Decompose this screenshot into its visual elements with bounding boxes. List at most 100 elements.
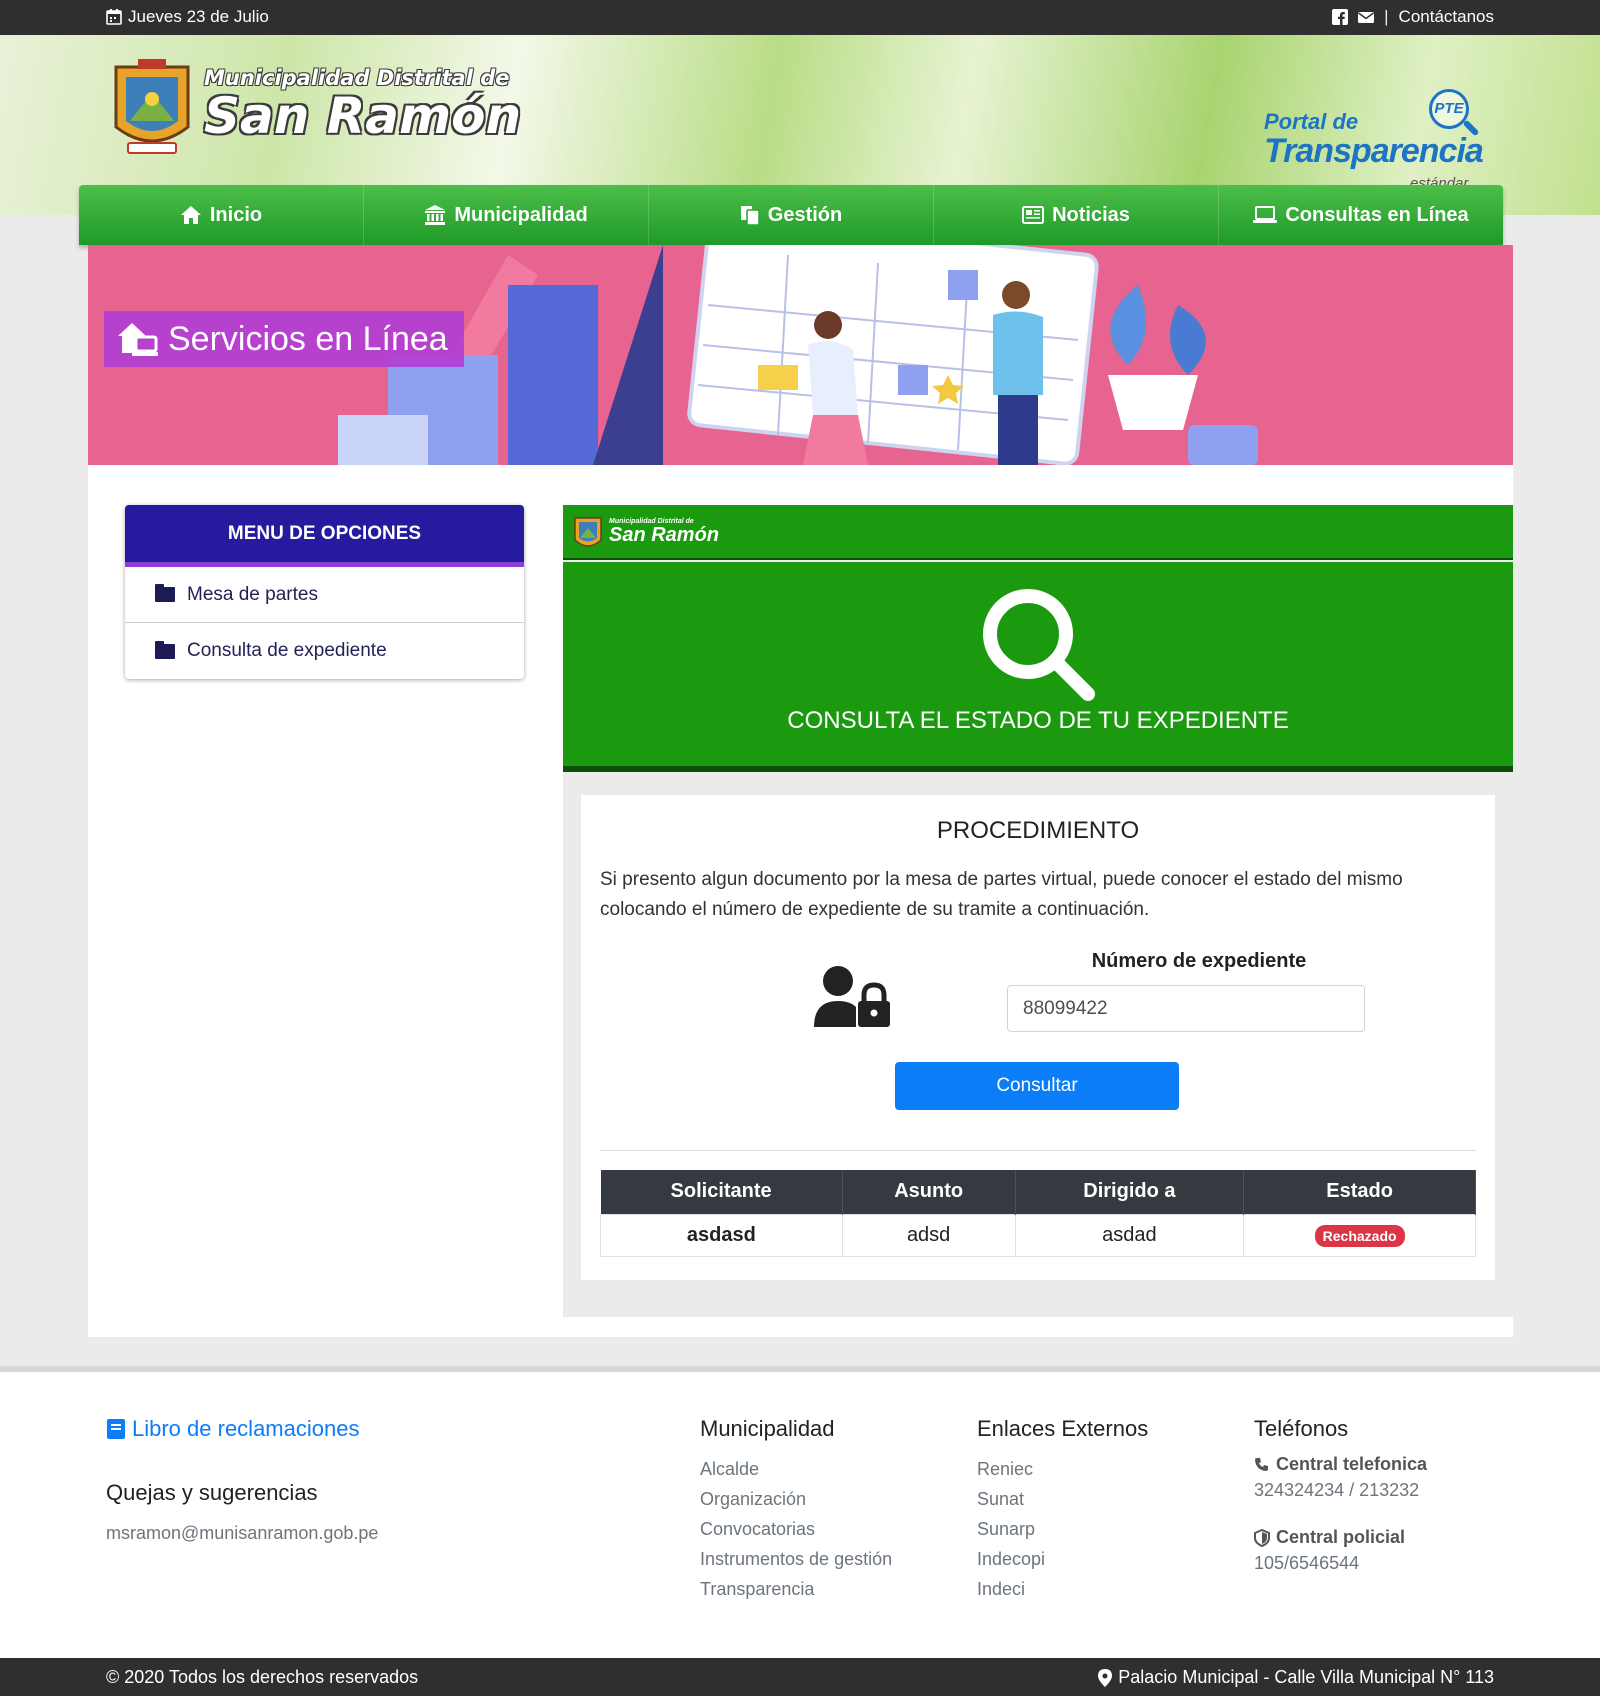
panel-header: Municipalidad Distrital de San Ramón [563, 505, 1513, 560]
logo-title: San Ramón [204, 87, 522, 145]
search-icon [983, 589, 1095, 701]
central-policial-text: Central policial [1276, 1527, 1406, 1547]
banner-title-text: Servicios en Línea [168, 319, 448, 358]
expediente-input[interactable] [1007, 985, 1365, 1032]
footer-link-sunat[interactable]: Sunat [977, 1484, 1148, 1514]
page-content: Servicios en Línea MENU DE OPCIONES Mesa… [88, 245, 1513, 1337]
nav-label: Inicio [209, 203, 263, 226]
footer-link-organizacion[interactable]: Organización [700, 1484, 892, 1514]
mini-logo-title: San Ramón [609, 524, 720, 546]
bottom-bar: © 2020 Todos los derechos reservados Pal… [0, 1658, 1600, 1696]
footer-telefonos-title: Teléfonos [1254, 1416, 1349, 1441]
bank-icon [425, 205, 446, 225]
nav-item-municipalidad[interactable]: Municipalidad [364, 185, 649, 245]
footer-link-transparencia[interactable]: Transparencia [700, 1574, 892, 1604]
col-asunto: Asunto [842, 1170, 1016, 1214]
footer-municipalidad-title: Municipalidad [700, 1416, 835, 1441]
footer-link-indeci[interactable]: Indeci [977, 1574, 1148, 1604]
footer-link-instrumentos[interactable]: Instrumentos de gestión [700, 1544, 892, 1574]
user-lock-icon [814, 966, 890, 1027]
options-menu: MENU DE OPCIONES Mesa de partes Consulta… [125, 505, 524, 679]
options-menu-title: MENU DE OPCIONES [125, 505, 524, 567]
nav-label: Noticias [1052, 203, 1130, 226]
central-telefonica-value: 324324234 / 213232 [1254, 1480, 1420, 1500]
libro-reclamaciones-link[interactable]: Libro de reclamaciones [106, 1416, 378, 1442]
files-icon [740, 206, 760, 225]
consultar-button[interactable]: Consultar [895, 1062, 1179, 1110]
footer-link-convocatorias[interactable]: Convocatorias [700, 1514, 892, 1544]
pte-line-2: Transparencia [1264, 132, 1484, 170]
col-estado: Estado [1243, 1170, 1476, 1214]
sidebar-item-label: Consulta de expediente [187, 640, 387, 661]
main-nav: Inicio Municipalidad Gestión Noticias Co… [79, 185, 1503, 245]
house-laptop-icon [118, 323, 158, 356]
cell-asunto: adsd [841, 1213, 1016, 1257]
table-row: asdasd adsd asdad Rechazado [600, 1213, 1476, 1257]
shield-icon [1254, 1528, 1270, 1547]
footer-link-alcalde[interactable]: Alcalde [700, 1454, 892, 1484]
sidebar-item-consulta-expediente[interactable]: Consulta de expediente [125, 623, 524, 679]
crest-icon [108, 49, 196, 159]
consulta-panel: Municipalidad Distrital de San Ramón CON… [563, 505, 1513, 1317]
banner-title: Servicios en Línea [104, 311, 464, 367]
nav-item-inicio[interactable]: Inicio [79, 185, 364, 245]
central-policial-value: 105/6546544 [1254, 1553, 1360, 1573]
address-text: Palacio Municipal - Calle Villa Municipa… [1118, 1667, 1494, 1687]
expediente-label: Número de expediente [1091, 950, 1307, 972]
procedure-card: PROCEDIMIENTO Si presento algun document… [581, 795, 1495, 1280]
footer-link-reniec[interactable]: Reniec [977, 1454, 1148, 1484]
separator: | [1384, 7, 1389, 26]
hero-title: CONSULTA EL ESTADO DE TU EXPEDIENTE [787, 707, 1289, 734]
nav-label: Gestión [767, 203, 843, 226]
date-text: Jueves 23 de Julio [128, 7, 269, 26]
col-dirigido: Dirigido a [1015, 1170, 1245, 1214]
transparency-portal-logo[interactable]: PTE Portal de Transparencia estándar [1262, 77, 1492, 197]
central-policial-label: Central policial [1254, 1527, 1427, 1548]
book-icon [107, 1419, 125, 1439]
current-date: Jueves 23 de Julio [106, 7, 269, 27]
nav-item-consultas[interactable]: Consultas en Línea [1219, 185, 1503, 245]
laptop-icon [1253, 206, 1278, 223]
nav-item-noticias[interactable]: Noticias [934, 185, 1219, 245]
mail-icon[interactable] [1358, 9, 1375, 25]
folder-icon [155, 584, 175, 602]
map-marker-icon [1098, 1668, 1113, 1687]
status-badge: Rechazado [1314, 1224, 1405, 1247]
consulta-hero: CONSULTA EL ESTADO DE TU EXPEDIENTE [563, 562, 1513, 772]
home-icon [180, 206, 201, 224]
cell-estado: Rechazado [1243, 1213, 1476, 1257]
calendar-icon [106, 9, 122, 25]
table-header-row: Solicitante Asunto Dirigido a Estado [600, 1170, 1476, 1214]
sidebar-item-mesa-de-partes[interactable]: Mesa de partes [125, 567, 524, 623]
facebook-icon[interactable] [1332, 9, 1349, 25]
nav-label: Municipalidad [454, 203, 588, 226]
copyright: © 2020 Todos los derechos reservados [106, 1667, 419, 1687]
col-solicitante: Solicitante [600, 1170, 843, 1214]
procedure-title: PROCEDIMIENTO [936, 817, 1140, 844]
central-telefonica-text: Central telefonica [1276, 1454, 1428, 1474]
top-bar: Jueves 23 de Julio | Contáctanos [0, 0, 1600, 35]
footer-link-indecopi[interactable]: Indecopi [977, 1544, 1148, 1574]
site-footer: Libro de reclamaciones Quejas y sugerenc… [0, 1366, 1600, 1658]
libro-label: Libro de reclamaciones [132, 1416, 360, 1441]
footer-enlaces-title: Enlaces Externos [977, 1416, 1149, 1441]
quejas-title: Quejas y sugerencias [106, 1480, 318, 1505]
footer-link-sunarp[interactable]: Sunarp [977, 1514, 1148, 1544]
crest-icon [574, 516, 602, 547]
contact-link[interactable]: Contáctanos [1399, 7, 1494, 27]
procedure-text: Si presento algun documento por la mesa … [600, 869, 1403, 920]
divider [600, 1150, 1476, 1151]
nav-label: Consultas en Línea [1285, 203, 1469, 226]
phone-icon [1255, 1457, 1268, 1471]
nav-item-gestion[interactable]: Gestión [649, 185, 934, 245]
folder-icon [155, 640, 175, 659]
address: Palacio Municipal - Calle Villa Municipa… [1098, 1667, 1494, 1688]
municipality-logo[interactable]: Municipalidad Distrital de San Ramón [108, 49, 521, 159]
cell-solicitante: asdasd [600, 1213, 843, 1257]
central-telefonica-label: Central telefonica [1254, 1454, 1427, 1475]
newspaper-icon [1022, 206, 1045, 224]
sidebar-item-label: Mesa de partes [187, 583, 318, 605]
results-table: Solicitante Asunto Dirigido a Estado asd… [600, 1170, 1476, 1257]
cell-dirigido: asdad [1014, 1213, 1245, 1257]
contact-email[interactable]: msramon@munisanramon.gob.pe [106, 1518, 378, 1548]
